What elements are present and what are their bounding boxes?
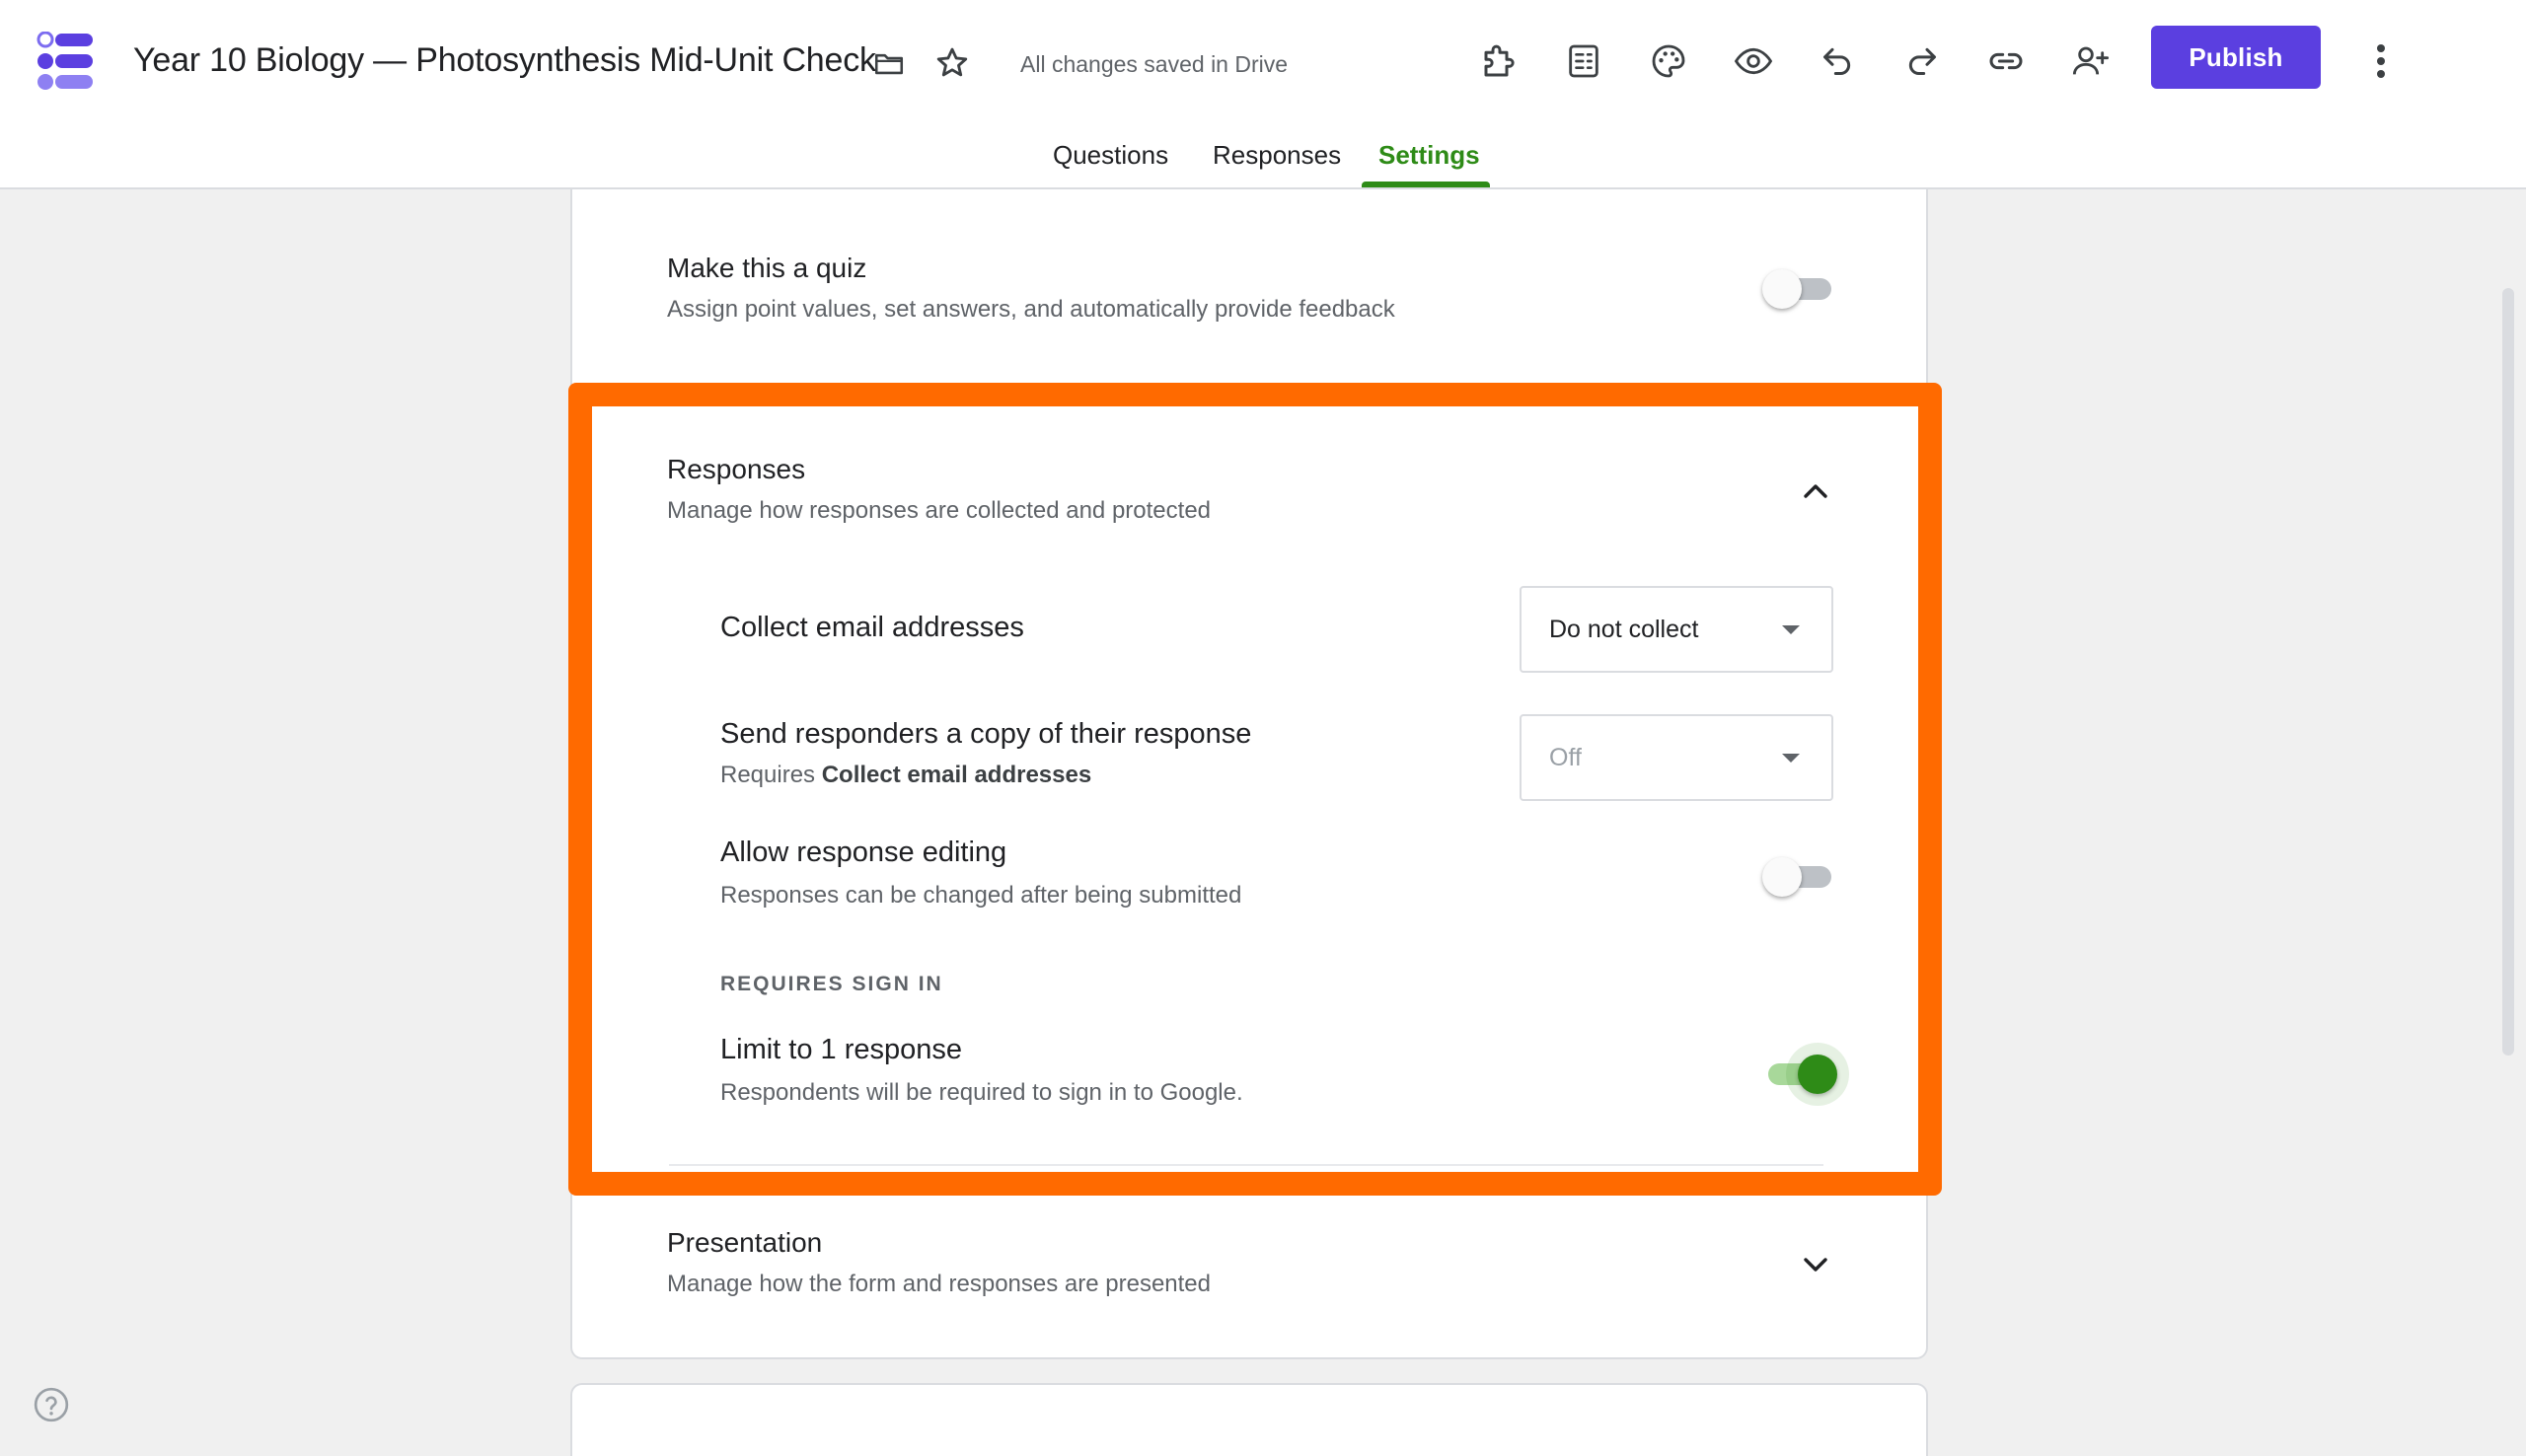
link-icon[interactable] xyxy=(1978,34,2034,89)
send-copy-selected-value: Off xyxy=(1549,744,1582,771)
dropdown-arrow-icon xyxy=(1782,625,1800,634)
star-icon[interactable] xyxy=(932,43,972,83)
forms-logo-icon[interactable] xyxy=(36,32,97,91)
quiz-setting-subtitle: Assign point values, set answers, and au… xyxy=(667,296,1395,323)
tab-questions[interactable]: Questions xyxy=(1053,140,1168,171)
collect-email-dropdown[interactable]: Do not collect xyxy=(1520,586,1833,673)
save-status: All changes saved in Drive xyxy=(1020,51,1289,77)
limit-one-toggle[interactable] xyxy=(1762,1054,1837,1094)
add-ons-puzzle-icon[interactable] xyxy=(1472,34,1527,89)
send-copy-requires-bold: Collect email addresses xyxy=(821,762,1092,788)
collapse-chevron-up-icon[interactable] xyxy=(1796,472,1835,511)
preview-eye-icon[interactable] xyxy=(1726,34,1781,89)
dropdown-arrow-icon xyxy=(1782,754,1800,763)
presentation-section-title[interactable]: Presentation xyxy=(667,1227,822,1259)
toggle-knob xyxy=(1762,857,1802,897)
quiz-toggle[interactable] xyxy=(1762,268,1835,309)
allow-editing-toggle[interactable] xyxy=(1762,856,1835,897)
title-bar: Year 10 Biology — Photosynthesis Mid-Uni… xyxy=(0,0,2526,118)
next-settings-card xyxy=(570,1383,1928,1456)
responses-section-subtitle: Manage how responses are collected and p… xyxy=(667,497,1212,524)
palette-icon[interactable] xyxy=(1641,34,1696,89)
toggle-knob xyxy=(1798,1055,1837,1094)
toggle-knob xyxy=(1762,269,1802,309)
limit-one-subtitle: Respondents will be required to sign in … xyxy=(720,1079,1243,1106)
requires-sign-in-label: REQUIRES SIGN IN xyxy=(720,973,943,995)
app-header: Year 10 Biology — Photosynthesis Mid-Uni… xyxy=(0,0,2526,189)
collect-email-title: Collect email addresses xyxy=(720,612,1024,643)
expand-chevron-down-icon[interactable] xyxy=(1796,1245,1835,1284)
limit-one-title: Limit to 1 response xyxy=(720,1034,963,1065)
responses-section-title[interactable]: Responses xyxy=(667,454,805,485)
more-vert-icon[interactable] xyxy=(2353,34,2409,89)
presentation-section-subtitle: Manage how the form and responses are pr… xyxy=(667,1271,1212,1297)
allow-editing-title: Allow response editing xyxy=(720,837,1007,868)
send-copy-dropdown[interactable]: Off xyxy=(1520,714,1833,801)
active-tab-indicator xyxy=(1362,182,1490,187)
undo-icon[interactable] xyxy=(1810,34,1865,89)
page-scrollbar[interactable] xyxy=(2502,288,2514,1056)
redo-icon[interactable] xyxy=(1894,34,1950,89)
collect-email-selected-value: Do not collect xyxy=(1549,616,1699,643)
settings-card: Make this a quiz Assign point values, se… xyxy=(570,189,1928,1359)
tab-bar: Questions Responses Settings xyxy=(0,118,2526,189)
allow-editing-subtitle: Responses can be changed after being sub… xyxy=(720,882,1242,909)
tab-responses[interactable]: Responses xyxy=(1213,140,1341,171)
send-copy-subtitle: Requires Collect email addresses xyxy=(720,762,1091,789)
form-summary-icon[interactable] xyxy=(1556,34,1611,89)
publish-button[interactable]: Publish xyxy=(2151,26,2321,89)
document-title[interactable]: Year 10 Biology — Photosynthesis Mid-Uni… xyxy=(133,41,876,80)
folder-icon[interactable] xyxy=(869,43,909,83)
tab-settings[interactable]: Settings xyxy=(1378,140,1480,171)
send-copy-title: Send responders a copy of their response xyxy=(720,718,1252,750)
send-copy-requires-text: Requires xyxy=(720,762,822,788)
add-collaborator-icon[interactable] xyxy=(2063,34,2118,89)
section-divider xyxy=(669,1164,1823,1166)
quiz-setting-title: Make this a quiz xyxy=(667,253,867,283)
help-icon[interactable] xyxy=(32,1385,71,1424)
